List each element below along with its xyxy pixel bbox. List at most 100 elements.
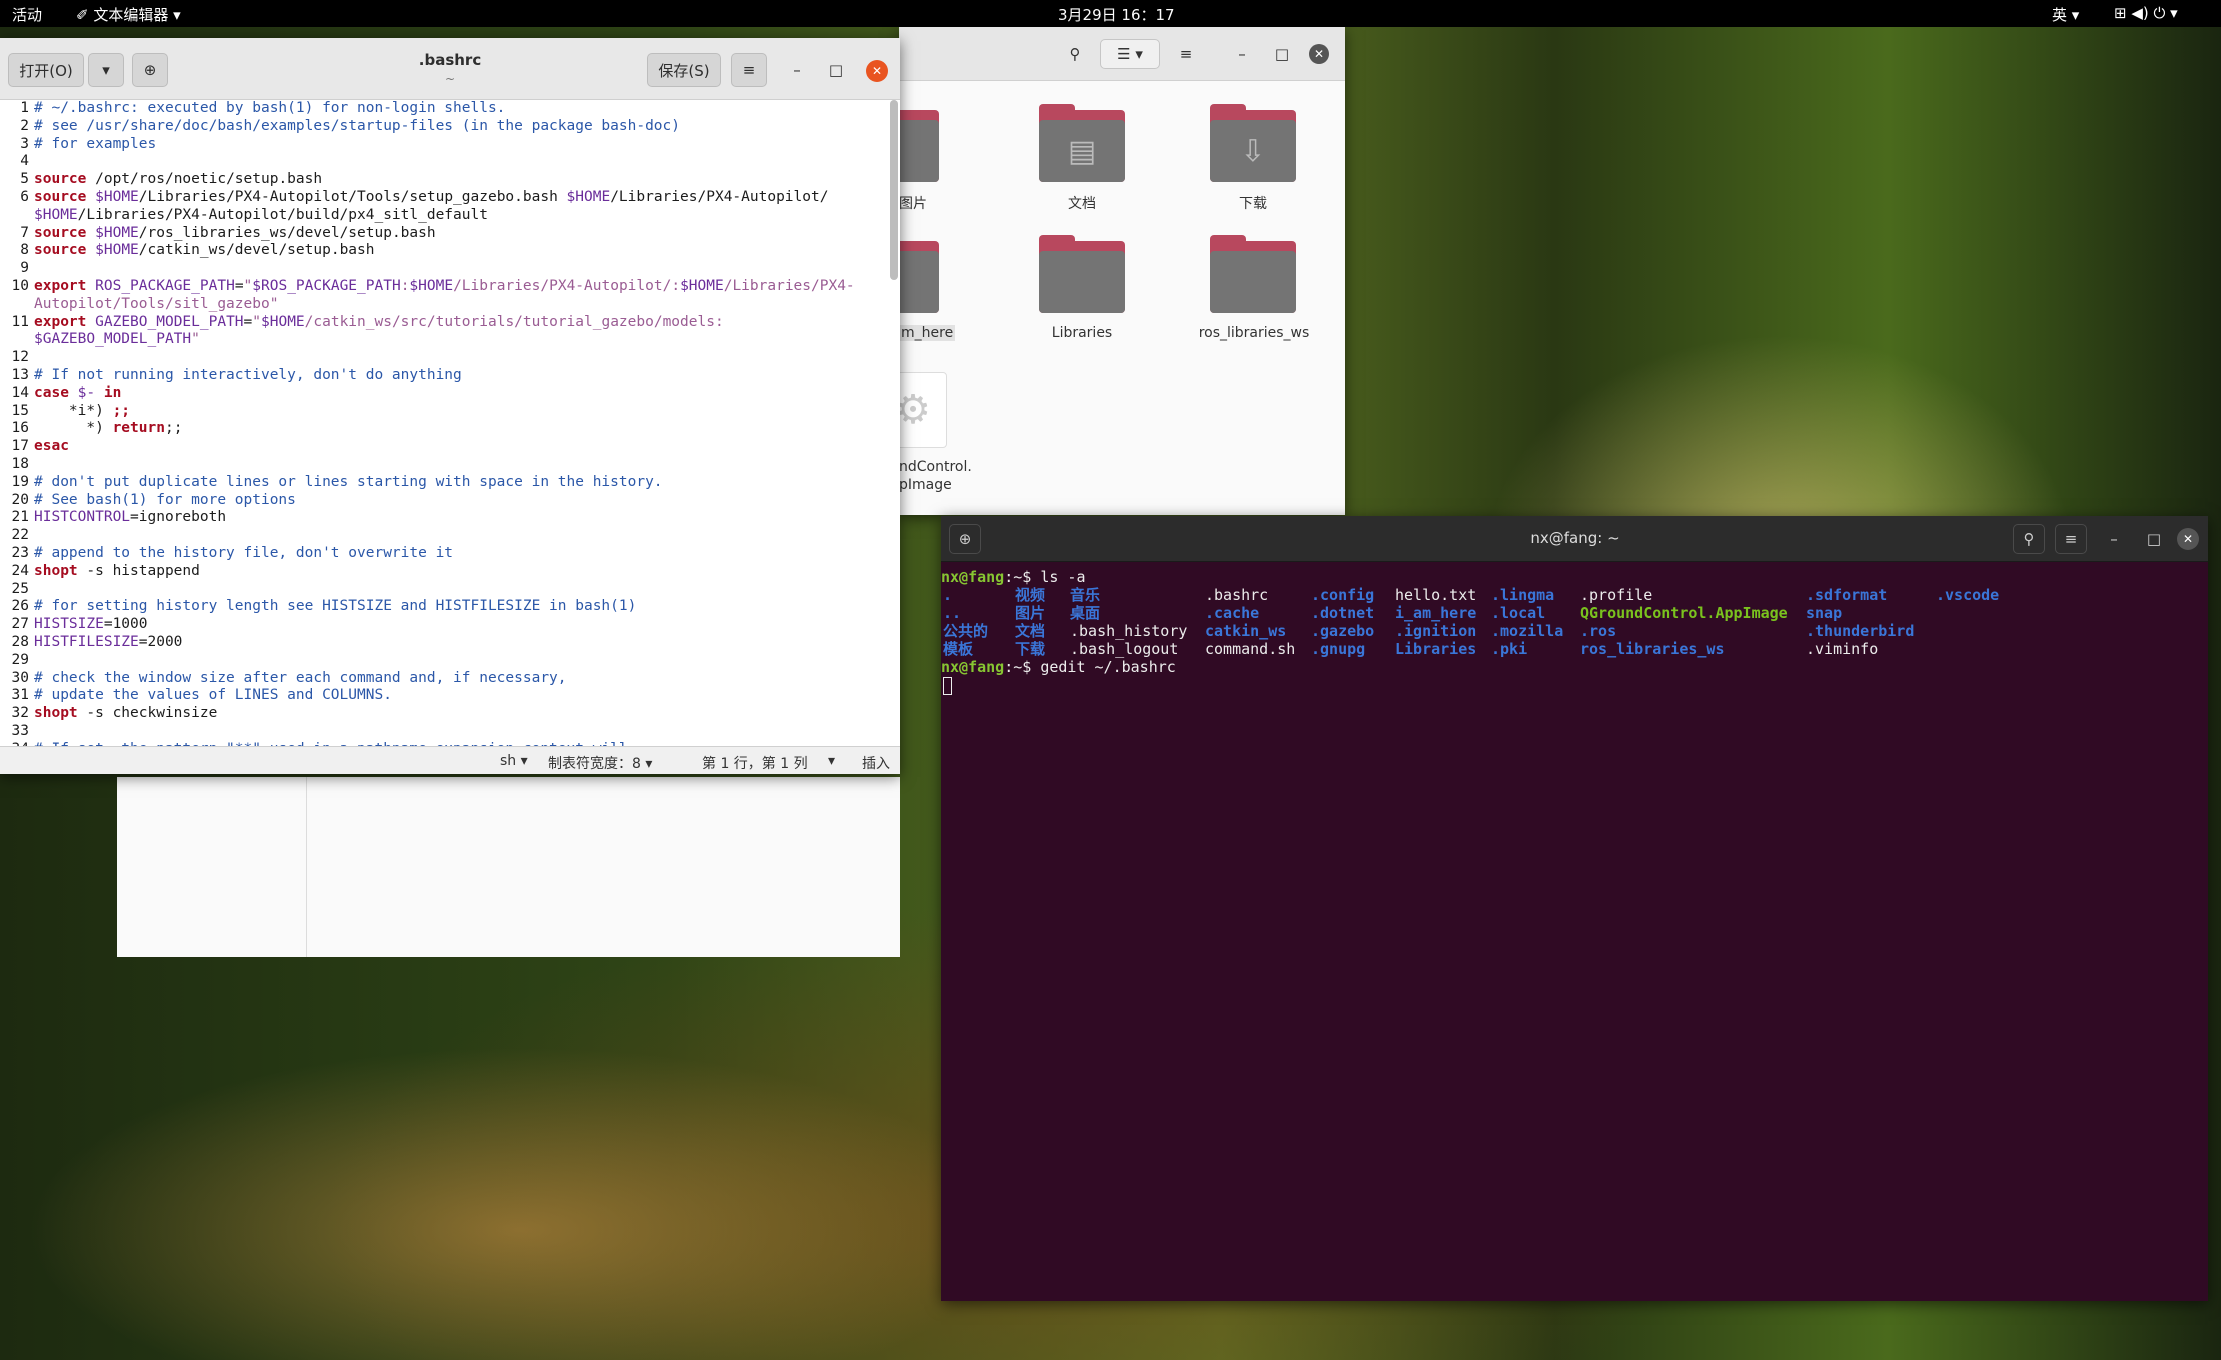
close-icon[interactable]: ✕ <box>1309 44 1329 64</box>
folder-downloads[interactable]: ⇩ <box>1210 104 1296 182</box>
ls-entry: 桌面 <box>1070 604 1101 622</box>
prompt-sep: :~$ <box>1004 658 1041 676</box>
folder-ros-libraries-ws[interactable] <box>1210 235 1296 313</box>
vertical-scrollbar[interactable] <box>890 100 898 280</box>
ls-entry: 音乐 <box>1070 586 1101 604</box>
line-number: 2 <box>20 117 29 134</box>
document-title: .bashrc <box>418 51 482 69</box>
prompt-user: nx@fang <box>941 658 1005 676</box>
ls-entry: .bash_logout <box>1070 640 1179 658</box>
line-number: 14 <box>11 384 29 401</box>
close-icon[interactable]: ✕ <box>2177 528 2199 550</box>
ls-entry: .config <box>1311 586 1375 604</box>
ls-entry: .pki <box>1491 640 1528 658</box>
prompt-line: nx@fang:~$ gedit ~/.bashrc <box>941 658 1176 676</box>
line-number: 6 <box>20 188 29 205</box>
search-icon[interactable]: ⚲ <box>1059 39 1091 69</box>
ls-entry: .profile <box>1580 586 1653 604</box>
save-button[interactable]: 保存(S) <box>647 53 721 87</box>
line-number-gutter: 1 2 3 4 5 6 7 8 9 10 11 12 13 14 15 16 17 18 19 20 21 22 23 24 2… <box>0 100 32 760</box>
view-toggle-button[interactable]: ☰ ▾ <box>1100 39 1160 69</box>
line-number <box>0 331 32 349</box>
open-button[interactable]: 打开(O) <box>8 53 84 87</box>
line-number: 22 <box>11 527 29 544</box>
line-number: 27 <box>11 616 29 633</box>
line-number: 32 <box>11 705 29 722</box>
terminal-body[interactable]: nx@fang:~$ ls -a . 视频 音乐 .bashrc .config hell… <box>941 562 2208 1301</box>
line-number: 23 <box>11 544 29 561</box>
ls-entry: .bashrc <box>1205 586 1269 604</box>
close-icon[interactable]: ✕ <box>866 60 888 82</box>
file-manager-lower-panel <box>117 777 900 957</box>
line-number: 33 <box>11 722 29 739</box>
line-number: 1 <box>20 100 29 116</box>
cursor-position[interactable]: 第 1 行，第 1 列 <box>702 753 808 773</box>
file-item-label: ndControl. <box>899 459 972 475</box>
appimage-icon[interactable]: ⚙ <box>899 372 947 448</box>
language-selector[interactable]: sh ▾ <box>500 753 528 769</box>
ls-entry: hello.txt <box>1395 586 1477 604</box>
ls-entry: ros_libraries_ws <box>1580 640 1725 658</box>
command: gedit ~/.bashrc <box>1040 658 1176 676</box>
gedit-header: 打开(O) ▾ ⊕ .bashrc ~ 保存(S) ≡ – □ ✕ <box>0 38 900 100</box>
ls-entry: .gazebo <box>1311 622 1375 640</box>
line-number: 31 <box>11 687 29 704</box>
input-language[interactable]: 英 ▾ <box>2052 4 2079 25</box>
sidebar <box>117 777 307 957</box>
line-number: 8 <box>20 242 29 259</box>
folder-libraries[interactable] <box>1039 235 1125 313</box>
folder-i-am-here[interactable] <box>899 235 939 313</box>
terminal-title: nx@fang: ~ <box>1530 529 1620 547</box>
line-number: 7 <box>20 224 29 241</box>
line-number: 4 <box>20 153 29 170</box>
insert-mode[interactable]: 插入 <box>862 753 890 773</box>
menu-icon[interactable]: ≡ <box>1171 39 1201 69</box>
prompt-sep: :~$ <box>1004 568 1041 586</box>
search-icon[interactable]: ⚲ <box>2013 524 2045 554</box>
minimize-icon[interactable]: – <box>1229 39 1255 69</box>
minimize-icon[interactable]: – <box>2101 524 2127 554</box>
ls-entry: 图片 <box>1015 604 1046 622</box>
text-editor[interactable]: 1 2 3 4 5 6 7 8 9 10 11 12 13 14 15 16 17 18 19 20 21 22 23 24 2… <box>0 100 898 760</box>
gedit-window: 打开(O) ▾ ⊕ .bashrc ~ 保存(S) ≡ – □ ✕ 123456… <box>0 38 900 774</box>
ls-entry: .dotnet <box>1311 604 1375 622</box>
ls-entry: command.sh <box>1205 640 1296 658</box>
menu-icon[interactable]: ≡ <box>731 53 767 87</box>
ls-entry: catkin_ws <box>1205 622 1287 640</box>
maximize-icon[interactable]: □ <box>823 56 849 84</box>
menu-icon[interactable]: ≡ <box>2055 524 2087 554</box>
system-status-icons[interactable]: ⊞ ◀) ⏻ ▾ <box>2114 4 2178 22</box>
line-number: 25 <box>11 580 29 597</box>
prompt-user: nx@fang <box>941 568 1005 586</box>
position-dropdown-icon[interactable]: ▾ <box>828 753 835 769</box>
maximize-icon[interactable]: □ <box>1269 39 1295 69</box>
maximize-icon[interactable]: □ <box>2141 524 2167 554</box>
minimize-icon[interactable]: – <box>784 56 810 84</box>
code-content[interactable]: # ~/.bashrc: executed by bash(1) for non… <box>34 100 884 758</box>
new-tab-icon[interactable]: ⊕ <box>949 524 981 554</box>
ls-entry: . <box>943 586 953 604</box>
ls-entry: .gnupg <box>1311 640 1366 658</box>
ls-entry: i_am_here <box>1395 604 1477 622</box>
document-path: ~ <box>444 72 456 86</box>
line-number: 26 <box>11 598 29 615</box>
ls-entry: .sdformat <box>1806 586 1888 604</box>
line-number: 13 <box>11 366 29 383</box>
tab-width-selector[interactable]: 制表符宽度：8 ▾ <box>548 753 652 773</box>
clock[interactable]: 3月29日 16：17 <box>1058 4 1175 25</box>
open-dropdown-icon[interactable]: ▾ <box>88 53 124 87</box>
file-item-label: 图片 <box>899 196 927 212</box>
new-tab-icon[interactable]: ⊕ <box>132 53 168 87</box>
line-number: 28 <box>11 633 29 650</box>
line-number: 24 <box>11 562 29 579</box>
terminal-window: ⊕ nx@fang: ~ ⚲ ≡ – □ ✕ nx@fang:~$ ls -a … <box>941 516 2208 1301</box>
activities-button[interactable]: 活动 <box>12 4 42 25</box>
ls-entry: .mozilla <box>1491 622 1564 640</box>
file-manager-window: ⚲ ☰ ▾ ≡ – □ ✕ 图片 ▤ 文档 ⇩ 下载 m_here Librar… <box>899 27 1345 515</box>
folder-pictures[interactable] <box>899 104 939 182</box>
terminal-header: ⊕ nx@fang: ~ ⚲ ≡ – □ ✕ <box>941 516 2208 562</box>
file-item-label: ros_libraries_ws <box>1198 325 1310 341</box>
folder-documents[interactable]: ▤ <box>1039 104 1125 182</box>
app-menu[interactable]: ✐ 文本编辑器 ▾ <box>76 4 181 25</box>
line-number <box>0 207 32 225</box>
